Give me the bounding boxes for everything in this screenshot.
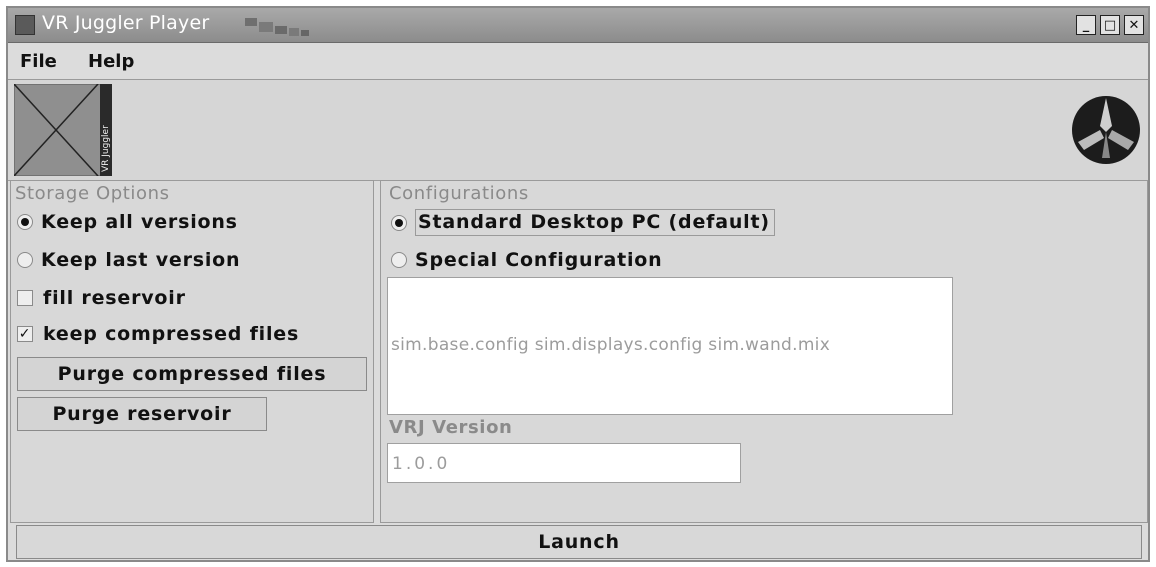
title-bar[interactable]: VR Juggler Player _ □ ✕ xyxy=(8,8,1148,43)
vr-juggler-logo-icon: VR Juggler xyxy=(14,84,112,176)
special-configuration-radio[interactable]: Special Configuration xyxy=(391,249,663,271)
purge-compressed-files-button[interactable]: Purge compressed files xyxy=(17,357,367,391)
minimize-button[interactable]: _ xyxy=(1076,15,1096,35)
app-window: VR Juggler Player _ □ ✕ File Help VR Jug… xyxy=(6,6,1150,562)
storage-options-panel: Storage Options Keep all versions Keep l… xyxy=(10,180,374,523)
configurations-panel: Configurations Standard Desktop PC (defa… xyxy=(380,180,1148,523)
launch-button[interactable]: Launch xyxy=(16,525,1142,559)
radio-selected-icon xyxy=(17,214,33,230)
menu-bar: File Help xyxy=(8,43,1148,80)
vr-juggler-logo-text: VR Juggler xyxy=(101,125,111,172)
fill-reservoir-label: fill reservoir xyxy=(43,287,186,309)
standard-desktop-label: Standard Desktop PC (default) xyxy=(415,209,775,236)
radio-unselected-icon xyxy=(391,252,407,268)
keep-last-version-label: Keep last version xyxy=(41,249,241,271)
window-title: VR Juggler Player xyxy=(42,12,210,34)
keep-compressed-files-label: keep compressed files xyxy=(43,323,300,345)
vrj-version-field[interactable]: 1.0.0 xyxy=(387,443,741,483)
maximize-button[interactable]: □ xyxy=(1100,15,1120,35)
checkbox-unchecked-icon xyxy=(17,290,33,306)
standard-desktop-radio[interactable]: Standard Desktop PC (default) xyxy=(391,209,775,236)
network-icon xyxy=(245,18,309,36)
close-button[interactable]: ✕ xyxy=(1124,15,1144,35)
checkbox-checked-icon: ✓ xyxy=(17,326,33,342)
keep-compressed-files-checkbox[interactable]: ✓ keep compressed files xyxy=(17,323,299,345)
purge-reservoir-button[interactable]: Purge reservoir xyxy=(17,397,267,431)
radio-selected-icon xyxy=(391,214,407,231)
keep-all-versions-radio[interactable]: Keep all versions xyxy=(17,211,238,233)
storage-options-title: Storage Options xyxy=(15,183,170,204)
vrj-version-label: VRJ Version xyxy=(389,417,513,438)
menu-help[interactable]: Help xyxy=(88,51,134,72)
banner: VR Juggler xyxy=(8,80,1148,181)
keep-all-versions-label: Keep all versions xyxy=(41,211,238,233)
config-files-textarea[interactable]: sim.base.config sim.displays.config sim.… xyxy=(387,277,953,415)
configurations-title: Configurations xyxy=(389,183,529,204)
menu-file[interactable]: File xyxy=(20,51,57,72)
radio-unselected-icon xyxy=(17,252,33,268)
fill-reservoir-checkbox[interactable]: fill reservoir xyxy=(17,287,186,309)
config-files-text: sim.base.config sim.displays.config sim.… xyxy=(391,335,831,355)
juggler-sphere-logo-icon xyxy=(1072,96,1140,164)
special-configuration-label: Special Configuration xyxy=(415,249,663,271)
app-icon[interactable] xyxy=(15,15,35,35)
keep-last-version-radio[interactable]: Keep last version xyxy=(17,249,240,271)
